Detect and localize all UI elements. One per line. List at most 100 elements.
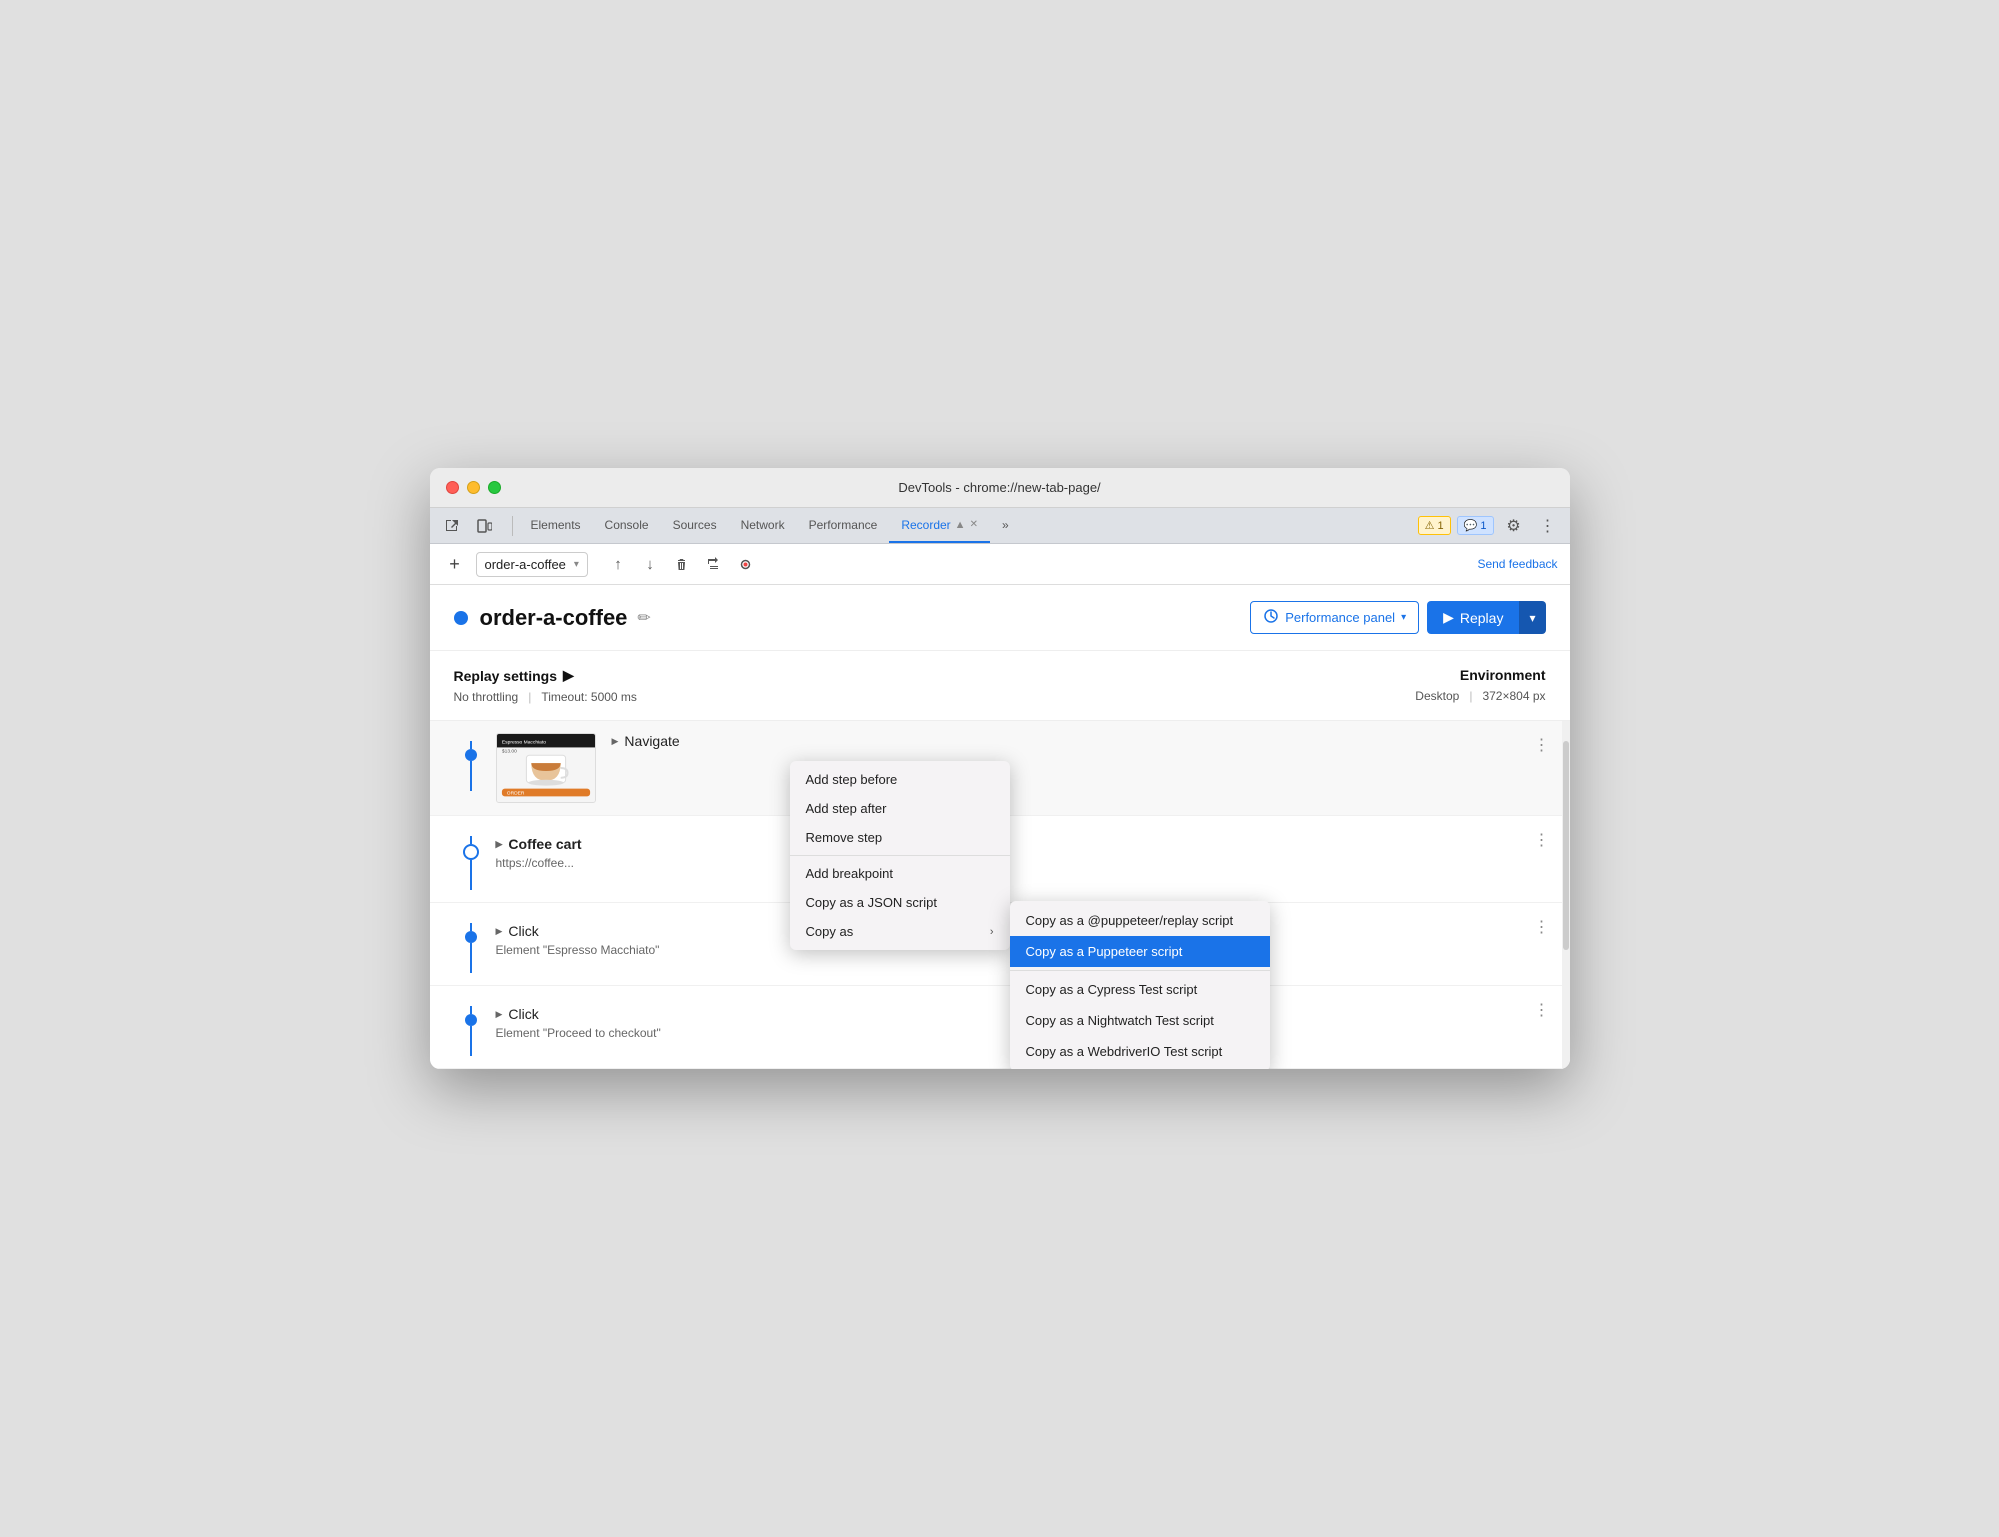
click1-expand-icon[interactable]: ▶ (496, 926, 503, 937)
warning-badge[interactable]: ⚠ 1 (1418, 516, 1451, 535)
ctx-copy-json-label: Copy as a JSON script (806, 895, 938, 910)
step-timeline-click1 (446, 915, 496, 973)
warning-count: 1 (1438, 520, 1444, 532)
tab-recorder[interactable]: Recorder ▲ ✕ (889, 508, 990, 543)
submenu-puppeteer-replay[interactable]: Copy as a @puppeteer/replay script (1010, 905, 1270, 936)
step-thumbnail-navigate: Espresso Macchiato $13.00 ORDER (496, 733, 596, 803)
traffic-lights (446, 481, 501, 494)
info-count: 1 (1480, 520, 1486, 532)
window-title: DevTools - chrome://new-tab-page/ (898, 480, 1100, 495)
step-click2-menu[interactable]: ⋮ (1530, 998, 1554, 1022)
edit-title-icon[interactable]: ✏ (637, 608, 650, 628)
step-dot-click1 (465, 931, 477, 943)
settings-button[interactable]: ⚙ (1500, 512, 1528, 540)
settings-divider: | (528, 690, 531, 704)
ctx-add-breakpoint[interactable]: Add breakpoint (790, 859, 1010, 888)
click2-expand-icon[interactable]: ▶ (496, 1009, 503, 1020)
minimize-button[interactable] (467, 481, 480, 494)
device-toolbar-button[interactable] (470, 512, 498, 540)
replay-play-icon: ▶ (1443, 609, 1454, 626)
settings-title-text: Replay settings (454, 668, 557, 684)
maximize-button[interactable] (488, 481, 501, 494)
submenu-nightwatch-label: Copy as a Nightwatch Test script (1026, 1013, 1214, 1028)
tab-network[interactable]: Network (729, 508, 797, 543)
warning-icon: ⚠ (1425, 519, 1435, 532)
step-connector-cart-bottom (470, 860, 472, 890)
comment-icon: 💬 (1464, 519, 1478, 532)
step-click-checkout: ▶ Click Element "Proceed to checkout" ⋮ (430, 986, 1570, 1069)
step-connector-top (470, 741, 472, 749)
replay-label: Replay (1460, 610, 1504, 626)
ctx-copy-json[interactable]: Copy as a JSON script (790, 888, 1010, 917)
cart-label: Coffee cart (508, 836, 581, 852)
tab-performance[interactable]: Performance (797, 508, 890, 543)
step-connector-bottom (470, 761, 472, 791)
ctx-add-after[interactable]: Add step after (790, 794, 1010, 823)
submenu-webdriver[interactable]: Copy as a WebdriverIO Test script (1010, 1036, 1270, 1067)
submenu-nightwatch[interactable]: Copy as a Nightwatch Test script (1010, 1005, 1270, 1036)
devtools-window: DevTools - chrome://new-tab-page/ Elemen… (430, 468, 1570, 1069)
send-feedback-link[interactable]: Send feedback (1477, 557, 1557, 571)
inspect-element-button[interactable] (438, 512, 466, 540)
recording-selector[interactable]: order-a-coffee ▾ (476, 552, 588, 577)
more-options-button[interactable]: ⋮ (1534, 512, 1562, 540)
performance-panel-button[interactable]: Performance panel ▾ (1250, 601, 1419, 634)
record-button[interactable] (732, 550, 760, 578)
ctx-add-before[interactable]: Add step before (790, 765, 1010, 794)
info-badge[interactable]: 💬 1 (1457, 516, 1494, 535)
click2-label: Click (508, 1006, 538, 1022)
navigate-expand-icon[interactable]: ▶ (612, 736, 619, 747)
tab-sources[interactable]: Sources (661, 508, 729, 543)
recording-name-label: order-a-coffee (485, 557, 566, 572)
timeout-label: Timeout: 5000 ms (541, 690, 637, 704)
add-recording-button[interactable]: + (442, 551, 468, 577)
export-down-button[interactable]: ↓ (636, 550, 664, 578)
environment-meta: Desktop | 372×804 px (1415, 689, 1545, 703)
header-actions: Performance panel ▾ ▶ Replay ▾ (1250, 601, 1545, 634)
recorder-tab-close[interactable]: ✕ (970, 519, 978, 530)
replay-settings-toggle[interactable]: Replay settings ▶ (454, 667, 637, 684)
recording-title: order-a-coffee (480, 605, 628, 631)
performance-panel-label: Performance panel (1285, 610, 1395, 625)
ctx-copy-as-label: Copy as (806, 924, 854, 939)
step-cart-content: ▶ Coffee cart https://coffee... (496, 828, 1530, 870)
ctx-copy-as[interactable]: Copy as › (790, 917, 1010, 946)
step-connector-cart-top (470, 836, 472, 844)
step-timeline-click2 (446, 998, 496, 1056)
ctx-copy-as-arrow-icon: › (990, 926, 994, 938)
step-cart-subtitle: https://coffee... (496, 856, 1530, 870)
step-dot-click2 (465, 1014, 477, 1026)
replay-button[interactable]: ▶ Replay (1427, 601, 1519, 634)
ctx-remove-label: Remove step (806, 830, 883, 845)
step-over-button[interactable] (700, 550, 728, 578)
submenu-cypress[interactable]: Copy as a Cypress Test script (1010, 974, 1270, 1005)
close-button[interactable] (446, 481, 459, 494)
step-cart-title: ▶ Coffee cart (496, 836, 1530, 852)
tab-console[interactable]: Console (593, 508, 661, 543)
step-cart-menu[interactable]: ⋮ (1530, 828, 1554, 852)
tab-elements[interactable]: Elements (519, 508, 593, 543)
delete-recording-button[interactable] (668, 550, 696, 578)
scrollbar-track (1562, 721, 1570, 1069)
dropdown-arrow-icon: ▾ (574, 559, 579, 570)
export-up-button[interactable]: ↑ (604, 550, 632, 578)
environment-type: Desktop (1415, 689, 1459, 703)
step-timeline-cart (446, 828, 496, 890)
env-divider: | (1469, 689, 1472, 703)
recorder-toolbar: + order-a-coffee ▾ ↑ ↓ (430, 544, 1570, 585)
step-click1-menu[interactable]: ⋮ (1530, 915, 1554, 939)
submenu-puppeteer-script[interactable]: Copy as a Puppeteer script (1010, 936, 1270, 967)
replay-dropdown-button[interactable]: ▾ (1519, 601, 1545, 634)
svg-text:ORDER: ORDER (506, 790, 524, 796)
ctx-remove-step[interactable]: Remove step (790, 823, 1010, 852)
tab-more[interactable]: » (990, 508, 1021, 543)
scrollbar-thumb[interactable] (1563, 741, 1569, 950)
step-navigate-menu[interactable]: ⋮ (1530, 733, 1554, 757)
settings-section: Replay settings ▶ No throttling | Timeou… (430, 651, 1570, 721)
devtools-toolbar-icons (438, 512, 498, 540)
step-dot-navigate (465, 749, 477, 761)
submenu-copy-as: Copy as a @puppeteer/replay script Copy … (1010, 901, 1270, 1069)
perf-panel-dropdown-icon: ▾ (1401, 612, 1406, 623)
devtools-right-icons: ⚠ 1 💬 1 ⚙ ⋮ (1418, 512, 1562, 540)
cart-expand-icon[interactable]: ▶ (496, 839, 503, 850)
